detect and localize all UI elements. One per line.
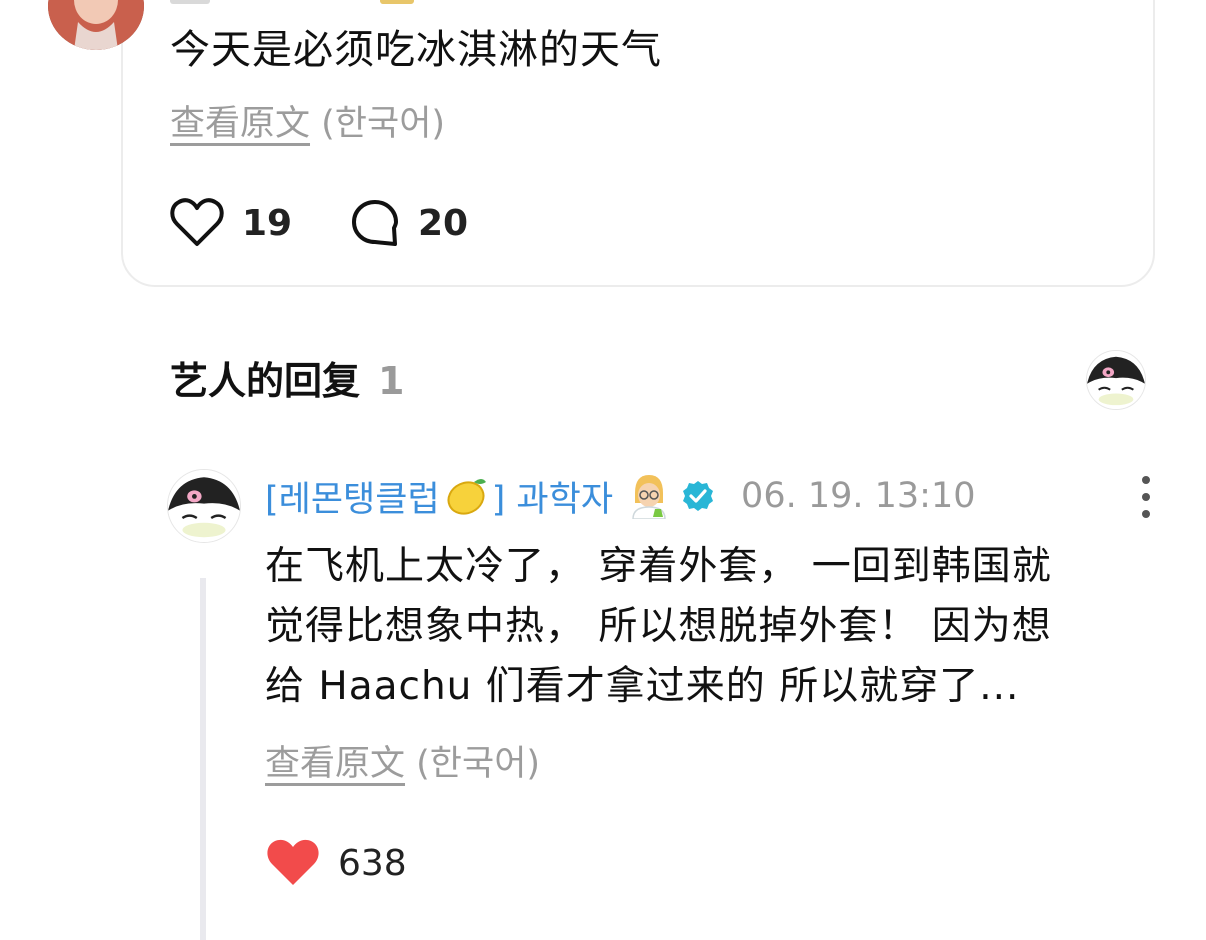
reply-text-line: 在飞机上太冷了， 穿着外套， 一回到韩国就 [265,544,1052,589]
reply-text-line: 觉得比想象中热， 所以想脱掉外套！ 因为想 [265,604,1052,649]
reply-text-line: 给 Haachu 们看才拿过来的 所以就穿了... [265,664,1020,709]
scientist-icon [629,473,669,519]
reply-author-suffix: ] 과학자 [491,479,614,520]
artist-replies-header: 艺人的回复 1 [170,353,404,409]
post-author-name-partial [170,0,430,4]
reply-like-button[interactable]: 638 [266,838,407,888]
post-comment-count: 20 [418,202,469,244]
reply-view-original: 查看原文 (한국어) [265,740,540,788]
heart-outline-icon [170,198,224,248]
view-original-link[interactable]: 查看原文 [170,104,310,144]
artist-replies-count: 1 [378,359,405,403]
artist-avatar-small[interactable] [1086,350,1146,410]
view-original-link[interactable]: 查看原文 [265,744,405,784]
post-view-original: 查看原文 (한국어) [170,100,445,148]
reply-timestamp: 06. 19. 13:10 [741,476,976,516]
artist-replies-title: 艺人的回复 [170,359,361,403]
reply-header: [레몬탱클럽 ] 과학자 06. 19. 13:10 [265,472,976,520]
post-comment-button[interactable]: 20 [350,198,468,248]
more-vertical-icon[interactable] [1136,476,1156,518]
reply-like-count: 638 [338,842,407,884]
post-text: 今天是必须吃冰淇淋的天气 [170,27,662,73]
speech-bubble-icon [350,198,400,248]
reply-author-name[interactable]: [레몬탱클럽 ] 과학자 [265,471,669,522]
reply-text: 在飞机上太冷了， 穿着外套， 一回到韩国就 觉得比想象中热， 所以想脱掉外套！ … [265,537,1145,717]
thread-line [200,578,206,940]
page: 今天是必须吃冰淇淋的天气 查看原文 (한국어) 19 20 艺人的回复 1 [레… [0,0,1206,940]
original-language: (한국어) [321,104,446,144]
post-like-button[interactable]: 19 [170,198,292,248]
verified-badge-icon [681,479,715,513]
lemon-icon [444,476,488,516]
post-like-count: 19 [242,202,293,244]
reply-author-prefix: [레몬탱클럽 [265,479,440,520]
original-language: (한국어) [416,744,541,784]
reply-author-avatar[interactable] [167,469,241,543]
heart-filled-icon [266,838,320,888]
